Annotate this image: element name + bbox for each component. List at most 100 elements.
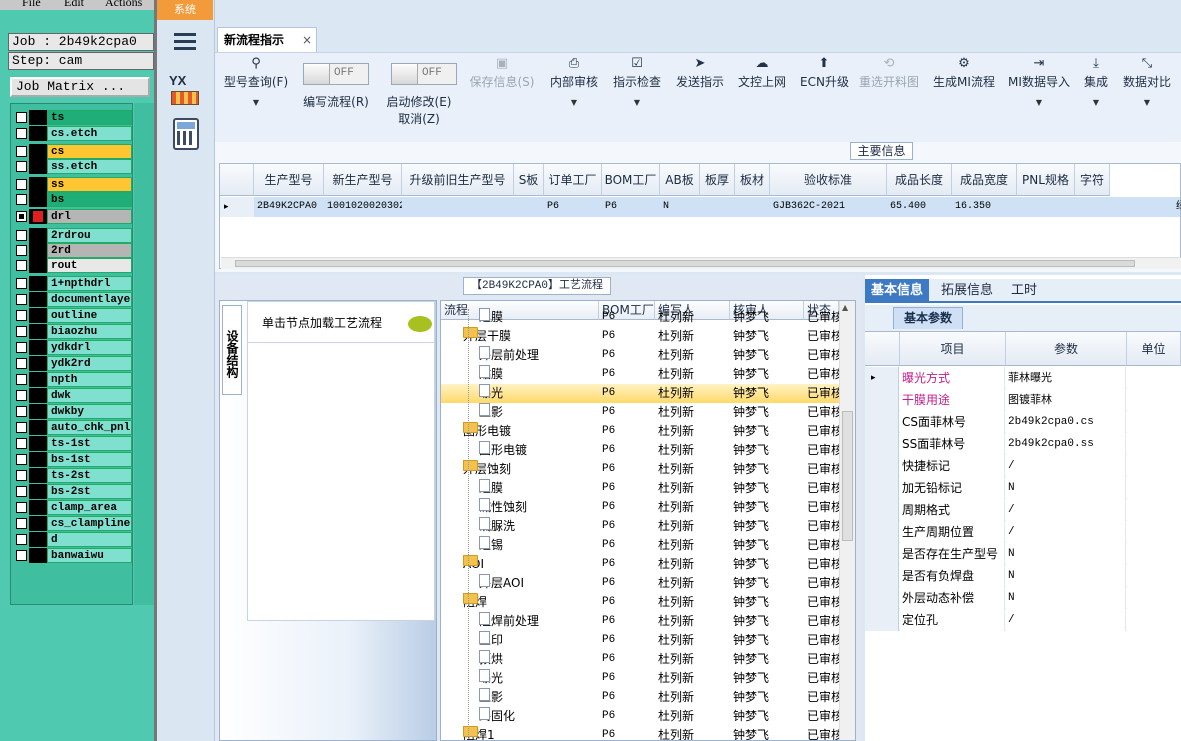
- layer-checkbox[interactable]: [16, 438, 27, 449]
- layer-checkbox[interactable]: [16, 518, 27, 529]
- menu-edit[interactable]: Edit: [64, 0, 84, 10]
- grid-header-cell[interactable]: BOM工厂: [602, 164, 660, 196]
- grid-header-cell[interactable]: 订单工厂: [544, 164, 602, 196]
- layer-checkbox[interactable]: [16, 406, 27, 417]
- grid-cell[interactable]: GJB362C-2021: [770, 197, 887, 217]
- layer-checkbox[interactable]: [16, 422, 27, 433]
- flow-row[interactable]: 硫脲洗P6 杜列新 钟梦飞 已审核: [441, 517, 839, 536]
- layer-checkbox[interactable]: [16, 358, 27, 369]
- param-value[interactable]: 图镀菲林: [1006, 389, 1126, 411]
- param-unit[interactable]: [1127, 565, 1181, 587]
- layer-row[interactable]: cs: [13, 144, 132, 159]
- menu-actions[interactable]: Actions: [105, 0, 142, 10]
- layer-row[interactable]: bs: [13, 192, 132, 207]
- tab-close-icon[interactable]: ×: [302, 28, 312, 52]
- layer-checkbox[interactable]: [16, 326, 27, 337]
- grid-cell[interactable]: [1017, 197, 1075, 217]
- generate-mi-button[interactable]: ⚙ 生成MI流程: [931, 57, 997, 90]
- layer-checkbox[interactable]: [16, 390, 27, 401]
- grid-header-cell[interactable]: 板材: [735, 164, 770, 196]
- flow-row[interactable]: 贴膜P6 杜列新 钟梦飞 已审核: [441, 365, 839, 384]
- grid-header-cell[interactable]: 板厚: [700, 164, 735, 196]
- layer-checkbox[interactable]: [16, 502, 27, 513]
- flow-vertical-scrollbar[interactable]: ▲: [839, 301, 855, 740]
- layer-list-scrollbar[interactable]: [134, 103, 154, 605]
- layer-row[interactable]: bs-1st: [13, 452, 132, 467]
- layer-checkbox[interactable]: [16, 245, 27, 256]
- param-unit[interactable]: [1127, 587, 1181, 609]
- param-value[interactable]: N: [1006, 543, 1126, 565]
- grid-cell[interactable]: [402, 197, 514, 217]
- factory-logo-icon[interactable]: YX: [169, 73, 203, 107]
- flow-row[interactable]: 退膜P6 杜列新 钟梦飞 已审核: [441, 308, 839, 327]
- param-row[interactable]: 外层动态补偿 N: [865, 587, 1181, 609]
- layer-checkbox[interactable]: [16, 550, 27, 561]
- layer-row[interactable]: cs_clampline: [13, 516, 132, 531]
- col-unit[interactable]: 单位: [1127, 332, 1181, 366]
- grid-cell[interactable]: 2B49K2CPA0: [254, 197, 324, 217]
- grid-cell[interactable]: 65.400: [887, 197, 952, 217]
- grid-cell[interactable]: [735, 197, 770, 217]
- layer-checkbox[interactable]: [16, 294, 27, 305]
- flow-row[interactable]: 曝光P6 杜列新 钟梦飞 已审核: [441, 384, 839, 403]
- flow-row[interactable]: 曝光P6 杜列新 钟梦飞 已审核: [441, 669, 839, 688]
- layer-checkbox[interactable]: [16, 179, 27, 190]
- layer-row[interactable]: ss: [13, 177, 132, 192]
- param-unit[interactable]: [1127, 499, 1181, 521]
- layer-row[interactable]: auto_chk_pnl: [13, 420, 132, 435]
- instruction-check-button[interactable]: ☑ 指示检查 ▼: [611, 57, 663, 108]
- grid-cell[interactable]: [1075, 197, 1110, 217]
- layer-checkbox[interactable]: [16, 161, 27, 172]
- start-modify-toggle[interactable]: OFF: [391, 63, 457, 85]
- layer-row[interactable]: dwkby: [13, 404, 132, 419]
- grid-cell[interactable]: N: [660, 197, 700, 217]
- param-unit[interactable]: [1127, 521, 1181, 543]
- param-row[interactable]: ▸ 曝光方式 菲林曝光: [865, 367, 1181, 389]
- layer-row[interactable]: d: [13, 532, 132, 547]
- grid-header-cell[interactable]: PNL规格: [1017, 164, 1075, 196]
- hamburger-menu-icon[interactable]: [174, 33, 196, 51]
- layer-checkbox[interactable]: [16, 374, 27, 385]
- grid-header-cell[interactable]: 成品宽度: [952, 164, 1017, 196]
- param-row[interactable]: SS面菲林号 2b49k2cpa0.ss: [865, 433, 1181, 455]
- layer-row[interactable]: ss.etch: [13, 159, 132, 174]
- grid-header-cell[interactable]: 生产型号: [254, 164, 324, 196]
- layer-checkbox[interactable]: [16, 260, 27, 271]
- data-compare-button[interactable]: ⤡ 数据对比 ▼: [1121, 57, 1173, 108]
- tab-extended-info[interactable]: 拓展信息: [935, 279, 999, 303]
- layer-checkbox[interactable]: [16, 534, 27, 545]
- layer-checkbox[interactable]: [16, 112, 27, 123]
- param-row[interactable]: 定位孔 /: [865, 609, 1181, 631]
- flow-row[interactable]: −图形电镀 P6 杜列新 钟梦飞 已审核: [441, 422, 839, 441]
- param-unit[interactable]: [1127, 433, 1181, 455]
- cancel-button[interactable]: 取消(Z): [393, 108, 445, 127]
- grid-cell[interactable]: P6: [602, 197, 660, 217]
- layer-row[interactable]: 2rd: [13, 243, 132, 258]
- layer-row[interactable]: dwk: [13, 388, 132, 403]
- flow-row[interactable]: 丝印P6 杜列新 钟梦飞 已审核: [441, 631, 839, 650]
- param-unit[interactable]: [1127, 609, 1181, 631]
- query-button[interactable]: ⚲ 型号查询(F) ▼: [221, 57, 291, 108]
- flow-row[interactable]: 碱性蚀刻P6 杜列新 钟梦飞 已审核: [441, 498, 839, 517]
- param-row[interactable]: 周期格式 /: [865, 499, 1181, 521]
- layer-row[interactable]: outline: [13, 308, 132, 323]
- layer-row[interactable]: documentlayer: [13, 292, 132, 307]
- layer-row[interactable]: ts-2st: [13, 468, 132, 483]
- flow-row[interactable]: 退锡P6 杜列新 钟梦飞 已审核: [441, 536, 839, 555]
- job-matrix-button[interactable]: Job Matrix ...: [10, 77, 150, 97]
- send-instruction-button[interactable]: ➤ 发送指示: [674, 57, 726, 90]
- param-value[interactable]: /: [1006, 499, 1126, 521]
- flow-row[interactable]: 图形电镀P6 杜列新 钟梦飞 已审核: [441, 441, 839, 460]
- reselect-cutting-button[interactable]: ⟲ 重选开料图: [856, 57, 922, 90]
- layer-checkbox[interactable]: [16, 128, 27, 139]
- layer-row[interactable]: ts-1st: [13, 436, 132, 451]
- param-row[interactable]: 干膜用途 图镀菲林: [865, 389, 1181, 411]
- param-row[interactable]: 生产周期位置 /: [865, 521, 1181, 543]
- flow-row[interactable]: 外层AOIP6 杜列新 钟梦飞 已审核: [441, 574, 839, 593]
- ecn-upgrade-button[interactable]: ⬆ ECN升级: [800, 57, 849, 90]
- tab-new-flow-instruction[interactable]: 新流程指示 ×: [217, 27, 317, 52]
- param-value[interactable]: N: [1006, 587, 1126, 609]
- flow-row[interactable]: 预烘P6 杜列新 钟梦飞 已审核: [441, 650, 839, 669]
- layer-row[interactable]: 1+npthdrl: [13, 276, 132, 291]
- layer-checkbox[interactable]: [16, 211, 27, 222]
